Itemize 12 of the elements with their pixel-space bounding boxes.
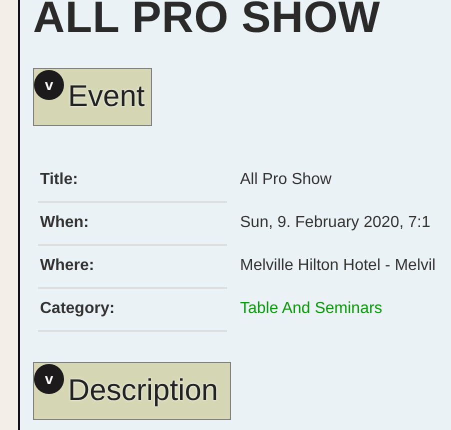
page-title: ALL PRO SHOW <box>33 0 382 42</box>
field-label: Title: <box>38 160 227 203</box>
section-heading: Description <box>68 374 218 408</box>
field-value: Sun, 9. February 2020, 7:1 <box>240 213 432 233</box>
field-value: All Pro Show <box>240 170 333 190</box>
collapse-toggle[interactable]: v <box>34 70 64 100</box>
collapse-toggle[interactable]: v <box>34 364 64 394</box>
section-heading: Event <box>68 80 145 114</box>
field-label: Where: <box>38 246 227 289</box>
field-value: Melville Hilton Hotel - Melvil <box>240 256 437 276</box>
field-label: When: <box>38 203 227 246</box>
field-label: Category: <box>38 289 227 332</box>
